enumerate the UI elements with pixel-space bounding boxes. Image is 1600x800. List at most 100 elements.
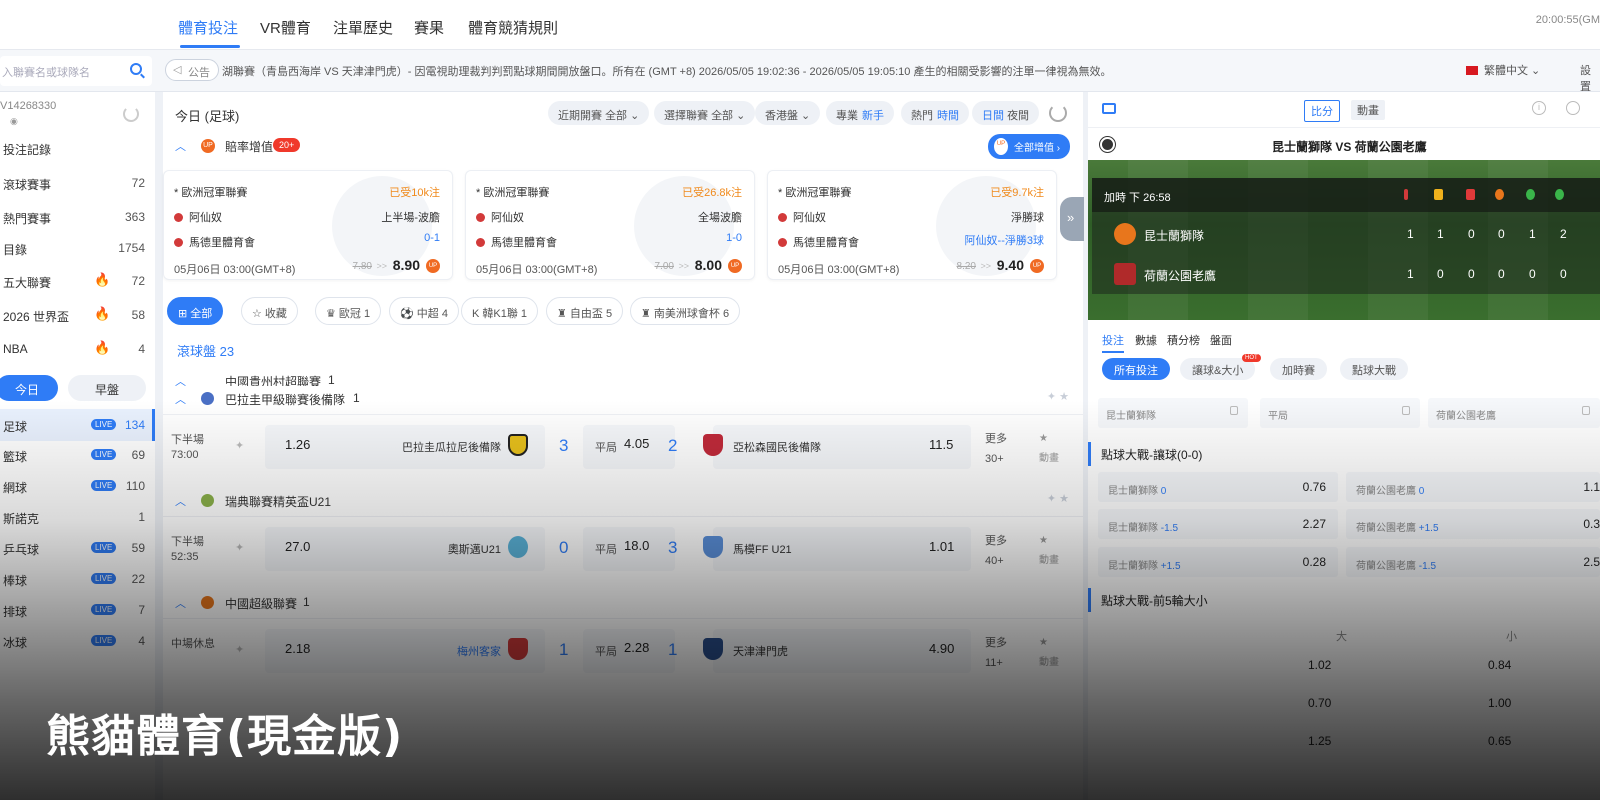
next-arrow-icon[interactable]: » — [1060, 197, 1084, 241]
league-filter-k1[interactable]: K 韓K1聯 1 — [461, 297, 539, 325]
pin-star-icon[interactable]: ✦ ★ — [1047, 492, 1069, 505]
league-header[interactable]: ︿ 瑞典聯賽精英盃U21 ✦ ★ — [163, 488, 1083, 514]
chevron-up-icon[interactable]: ︿ — [175, 391, 186, 407]
card-new-odds[interactable]: 9.40 — [997, 257, 1024, 273]
sport-football[interactable]: 足球 LIVE 134 — [0, 409, 155, 441]
handicap-odds-cell[interactable]: 荷蘭公園老鷹 0 1.1 — [1346, 472, 1600, 502]
filter-odds-format[interactable]: 香港盤 ⌄ — [755, 101, 821, 125]
refresh-icon[interactable] — [1049, 104, 1067, 122]
sidebar-item-top5[interactable]: 五大聯賽 🔥 72 — [0, 265, 155, 297]
ou-row[interactable]: 0.70 1.00 — [1088, 686, 1600, 720]
filter-start-time[interactable]: 近期開賽 全部 ⌄ — [548, 101, 650, 125]
pill-penalty-shootout[interactable]: 點球大戰 — [1340, 358, 1408, 380]
info-icon[interactable]: i — [1532, 101, 1546, 115]
toggle-option-active[interactable]: 新手 — [862, 110, 884, 122]
league-filter-favorites[interactable]: ☆ 收藏 — [241, 297, 298, 325]
boost-card[interactable]: * 歐洲冠軍聯賽 已受26.8k注 阿仙奴 全場波膽 馬德里體育會 1-0 05… — [465, 170, 755, 280]
pill-all-bets[interactable]: 所有投注 — [1102, 358, 1170, 380]
home-odds[interactable]: 2.18 — [285, 641, 310, 656]
under-odds[interactable]: 0.65 — [1488, 734, 1511, 748]
tab-standings[interactable]: 積分榜 — [1167, 332, 1200, 348]
tab-data[interactable]: 數據 — [1135, 332, 1157, 348]
tab-markets[interactable]: 盤面 — [1210, 332, 1232, 348]
toggle-theme[interactable]: 日間 夜間 — [972, 101, 1040, 125]
match-row[interactable]: 下半場 52:35 ✦ 27.0 奧斯邁U21 0 平局 18.0 3 馬模FF … — [163, 516, 1083, 580]
filter-league[interactable]: 選擇聯賽 全部 ⌄ — [654, 101, 756, 125]
league-header[interactable]: ︿ 中國超級聯賽 1 — [163, 590, 1083, 616]
nav-bet-history[interactable]: 注單歷史 — [333, 17, 393, 38]
draw-odds[interactable]: 2.28 — [624, 640, 649, 655]
animation-button[interactable]: ★ 動畫 — [1039, 531, 1059, 571]
pill-extra-time[interactable]: 加時賽 — [1270, 358, 1327, 380]
sport-ice-hockey[interactable]: 冰球 LIVE 4 — [0, 625, 155, 657]
boost-card[interactable]: * 歐洲冠軍聯賽 已受9.7k注 阿仙奴 淨勝球 馬德里體育會 阿仙奴--淨勝3… — [767, 170, 1057, 280]
league-header[interactable]: ︿ 巴拉圭甲級聯賽後備隊 1 ✦ ★ — [163, 386, 1083, 412]
away-odds[interactable]: 11.5 — [929, 437, 953, 452]
sport-tennis[interactable]: 網球 LIVE 110 — [0, 470, 155, 502]
handicap-odds-cell[interactable]: 荷蘭公園老鷹 -1.5 2.5 — [1346, 547, 1600, 577]
sport-volleyball[interactable]: 排球 LIVE 7 — [0, 594, 155, 626]
clock-icon[interactable] — [1566, 101, 1580, 115]
draw-odds[interactable]: 18.0 — [624, 538, 649, 553]
away-odds[interactable]: 4.90 — [929, 641, 954, 656]
toggle-option-active[interactable]: 日間 — [982, 110, 1004, 122]
ou-row[interactable]: 1.25 0.65 — [1088, 724, 1600, 758]
chevron-up-icon[interactable]: ︿ — [175, 595, 186, 611]
section-title[interactable]: 點球大戰-前5輪大小 — [1088, 588, 1600, 612]
card-new-odds[interactable]: 8.00 — [695, 257, 722, 273]
match-row[interactable]: 中場休息 ✦ 2.18 梅州客家 1 平局 2.28 1 天津津門虎 4.90 … — [163, 618, 1083, 682]
match-row[interactable]: 下半場 73:00 ✦ 1.26 巴拉圭瓜拉尼後備隊 3 平局 4.05 2 亞松… — [163, 414, 1083, 478]
home-odds[interactable]: 27.0 — [285, 539, 310, 554]
toggle-sort[interactable]: 熱門 時間 — [901, 101, 969, 125]
tab-bet[interactable]: 投注 — [1102, 332, 1124, 353]
toggle-mode[interactable]: 專業 新手 — [826, 101, 894, 125]
nav-rules[interactable]: 體育競猜規則 — [468, 17, 558, 38]
league-filter-all[interactable]: ⊞ 全部 — [167, 297, 224, 325]
eye-icon[interactable]: ◉ — [10, 116, 18, 127]
more-markets-button[interactable]: 更多 11+ — [985, 633, 1007, 673]
pin-star-icon[interactable]: ✦ ★ — [1047, 390, 1069, 403]
handicap-odds-cell[interactable]: 荷蘭公園老鷹 +1.5 0.3 — [1346, 509, 1600, 539]
away-odds[interactable]: 1.01 — [929, 539, 954, 554]
league-filter-libertadores[interactable]: ♜ 自由盃 5 — [546, 297, 624, 325]
boost-card[interactable]: * 歐洲冠軍聯賽 已受10k注 阿仙奴 上半場-波膽 馬德里體育會 0-1 05… — [163, 170, 453, 280]
chevron-up-icon[interactable]: ︿ — [175, 493, 186, 509]
announcement-tag[interactable]: 公告 — [165, 59, 219, 81]
section-title[interactable]: 點球大戰-讓球(0-0) — [1088, 442, 1600, 466]
animation-button[interactable]: ★ 動畫 — [1039, 429, 1059, 469]
under-odds[interactable]: 1.00 — [1488, 696, 1511, 710]
over-odds[interactable]: 0.70 — [1308, 696, 1331, 710]
sidebar-item-hot[interactable]: 熱門賽事 363 — [0, 201, 155, 233]
sidebar-item-bet-records[interactable]: 投注記錄 — [0, 132, 155, 164]
more-markets-button[interactable]: 更多 30+ — [985, 429, 1007, 469]
sidebar-item-nba[interactable]: NBA 🔥 4 — [0, 333, 155, 365]
nav-vr-sports[interactable]: VR體育 — [260, 17, 311, 38]
home-odds[interactable]: 1.26 — [285, 437, 310, 452]
refresh-icon[interactable] — [123, 106, 139, 122]
nav-sports-betting[interactable]: 體育投注 — [178, 17, 238, 38]
chevron-up-icon[interactable]: ︿ — [175, 138, 186, 154]
sidebar-item-worldcup[interactable]: 2026 世界盃 🔥 58 — [0, 299, 155, 331]
toggle-option[interactable]: 熱門 — [911, 110, 933, 122]
toggle-option[interactable]: 專業 — [836, 110, 858, 122]
league-filter-ucl[interactable]: ♛ 歐冠 1 — [315, 297, 382, 325]
search-icon[interactable] — [130, 63, 142, 75]
toggle-option-active[interactable]: 時間 — [937, 110, 959, 122]
over-odds[interactable]: 1.02 — [1308, 658, 1331, 672]
league-filter-csl[interactable]: ⚽ 中超 4 — [389, 297, 459, 325]
pin-icon[interactable]: ✦ — [235, 439, 244, 452]
toggle-option[interactable]: 夜間 — [1007, 110, 1029, 122]
sidebar-item-directory[interactable]: 目錄 1754 — [0, 232, 155, 264]
sport-table-tennis[interactable]: 乒乓球 LIVE 59 — [0, 532, 155, 564]
under-odds[interactable]: 0.84 — [1488, 658, 1511, 672]
settings-link[interactable]: 設置 — [1580, 62, 1600, 94]
nav-results[interactable]: 賽果 — [414, 17, 444, 38]
over-odds[interactable]: 1.25 — [1308, 734, 1331, 748]
handicap-odds-cell[interactable]: 昆士蘭獅隊 +1.5 0.28 — [1098, 547, 1338, 577]
search-input[interactable]: 入聯賽名或球隊名 — [0, 56, 152, 86]
language-selector[interactable]: 繁體中文 ⌄ — [1466, 62, 1540, 78]
tv-icon[interactable] — [1102, 103, 1116, 114]
tab-today[interactable]: 今日 — [0, 375, 58, 401]
ou-row[interactable]: 1.02 0.84 — [1088, 648, 1600, 682]
tab-score[interactable]: 比分 — [1304, 100, 1340, 122]
